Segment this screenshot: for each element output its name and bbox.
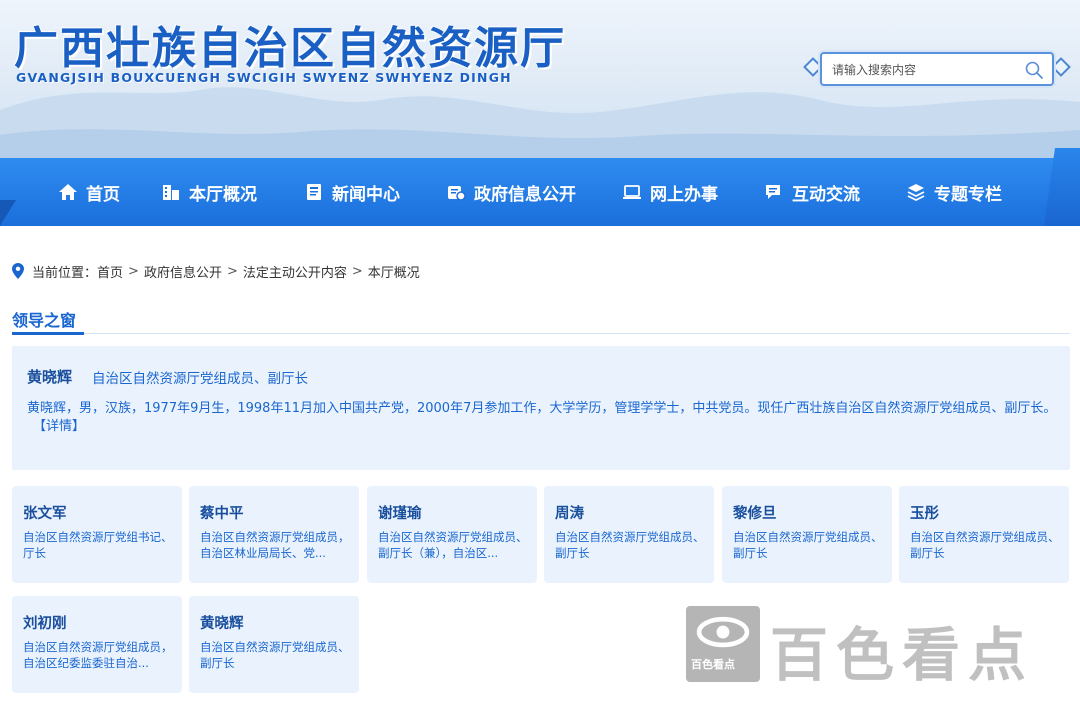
featured-leader-panel: 黄晓辉 自治区自然资源厅党组成员、副厅长 黄晓辉，男，汉族，1977年9月生，1… <box>12 346 1070 470</box>
site-header: 广西壮族自治区自然资源厅 GVANGJSIH BOUXCUENGH SWCIGI… <box>0 0 1080 160</box>
breadcrumb-statutory-content[interactable]: 法定主动公开内容 <box>243 262 347 281</box>
watermark-text: 百色看点 <box>770 621 1035 689</box>
leader-name: 玉彤 <box>910 506 939 522</box>
detail-link[interactable]: 【详情】 <box>33 419 85 434</box>
watermark-logo-text: 百色看点 <box>691 658 735 671</box>
leader-card[interactable]: 谢瑾瑜 自治区自然资源厅党组成员、副厅长（兼），自治区... <box>367 486 537 583</box>
watermark: 百色看点 百色看点 <box>686 606 1066 689</box>
featured-leader-bio: 黄晓辉，男，汉族，1977年9月生，1998年11月加入中国共产党，2000年7… <box>27 400 1057 436</box>
leader-position: 自治区自然资源厅党组成员、副厅长 <box>733 530 883 560</box>
nav-items: 首页 本厅概况 新闻中心 政府信息公开 网上办事 互动交流 专题专栏 <box>0 158 1080 226</box>
search-box <box>820 52 1054 86</box>
nav-label: 政府信息公开 <box>474 184 576 205</box>
featured-leader-name[interactable]: 黄晓辉 <box>27 366 72 387</box>
leader-position: 自治区自然资源厅党组成员、副厅长 <box>555 530 705 560</box>
breadcrumb-separator: > <box>351 263 363 279</box>
info-disclosure-icon <box>448 186 466 201</box>
featured-leader-title: 自治区自然资源厅党组成员、副厅长 <box>92 371 308 387</box>
nav-label: 本厅概况 <box>189 184 257 205</box>
breadcrumb-separator: > <box>128 263 139 279</box>
leader-card[interactable]: 蔡中平 自治区自然资源厅党组成员，自治区林业局局长、党... <box>189 486 359 583</box>
breadcrumb-separator: > <box>226 263 238 279</box>
breadcrumb-home[interactable]: 首页 <box>97 262 123 281</box>
leader-position: 自治区自然资源厅党组成员，自治区纪委监委驻自治... <box>23 640 173 670</box>
leader-name: 张文军 <box>23 506 67 522</box>
leader-card[interactable]: 张文军 自治区自然资源厅党组书记、厅长 <box>12 486 182 583</box>
leader-position: 自治区自然资源厅党组成员、副厅长 <box>910 530 1060 560</box>
section-title: 领导之窗 <box>12 311 77 330</box>
leader-position: 自治区自然资源厅党组成员、副厅长（兼），自治区... <box>378 530 528 560</box>
leader-card[interactable]: 黄晓辉 自治区自然资源厅党组成员、副厅长 <box>189 596 359 693</box>
breadcrumb: 当前位置： 首页 > 政府信息公开 > 法定主动公开内容 > 本厅概况 <box>12 262 420 281</box>
leader-position: 自治区自然资源厅党组书记、厅长 <box>23 530 173 560</box>
laptop-icon <box>623 185 641 199</box>
leader-name: 蔡中平 <box>200 506 244 522</box>
nav-item-topics[interactable]: 专题专栏 <box>906 158 1002 226</box>
leader-card[interactable]: 黎修旦 自治区自然资源厅党组成员、副厅长 <box>722 486 892 583</box>
leader-name: 黎修旦 <box>733 506 777 522</box>
leader-name: 黄晓辉 <box>200 616 244 632</box>
section-title-underline <box>12 332 84 335</box>
document-icon <box>307 184 321 200</box>
diamond-decoration-icon <box>1051 57 1071 77</box>
nav-item-gov-info[interactable]: 政府信息公开 <box>446 158 576 226</box>
chat-icon <box>766 185 780 199</box>
location-pin-icon <box>12 263 24 279</box>
leader-name: 刘初刚 <box>23 616 67 632</box>
search-area <box>803 50 1071 90</box>
nav-item-news[interactable]: 新闻中心 <box>304 158 400 226</box>
search-input[interactable] <box>832 60 1012 80</box>
section-divider <box>12 333 1070 334</box>
leader-name: 谢瑾瑜 <box>378 506 422 522</box>
breadcrumb-current[interactable]: 本厅概况 <box>368 262 420 281</box>
leader-position: 自治区自然资源厅党组成员，自治区林业局局长、党... <box>200 530 350 560</box>
nav-label: 首页 <box>86 184 120 205</box>
watermark-logo: 百色看点 <box>686 606 760 682</box>
nav-item-online-services[interactable]: 网上办事 <box>622 158 718 226</box>
leader-card[interactable]: 刘初刚 自治区自然资源厅党组成员，自治区纪委监委驻自治... <box>12 596 182 693</box>
nav-label: 新闻中心 <box>332 184 400 205</box>
site-subtitle: GVANGJSIH BOUXCUENGH SWCIGIH SWYENZ SWHY… <box>16 70 512 85</box>
site-title[interactable]: 广西壮族自治区自然资源厅 <box>14 12 566 76</box>
home-icon <box>59 184 77 200</box>
nav-label: 互动交流 <box>792 184 860 205</box>
leader-name: 周涛 <box>555 506 584 522</box>
leader-card[interactable]: 玉彤 自治区自然资源厅党组成员、副厅长 <box>899 486 1069 583</box>
search-icon[interactable] <box>1024 60 1044 80</box>
nav-item-interaction[interactable]: 互动交流 <box>764 158 860 226</box>
leader-card[interactable]: 周涛 自治区自然资源厅党组成员、副厅长 <box>544 486 714 583</box>
bio-text: 黄晓辉，男，汉族，1977年9月生，1998年11月加入中国共产党，2000年7… <box>27 401 1057 416</box>
nav-label: 网上办事 <box>650 184 718 205</box>
layers-icon <box>907 184 925 202</box>
nav-label: 专题专栏 <box>934 184 1002 205</box>
nav-item-about[interactable]: 本厅概况 <box>161 158 257 226</box>
breadcrumb-prefix: 当前位置： <box>32 265 98 281</box>
leader-position: 自治区自然资源厅党组成员、副厅长 <box>200 640 350 670</box>
breadcrumb-gov-info[interactable]: 政府信息公开 <box>144 262 222 281</box>
building-icon <box>163 185 179 200</box>
eye-logo-icon <box>696 616 750 648</box>
nav-item-home[interactable]: 首页 <box>58 158 120 226</box>
